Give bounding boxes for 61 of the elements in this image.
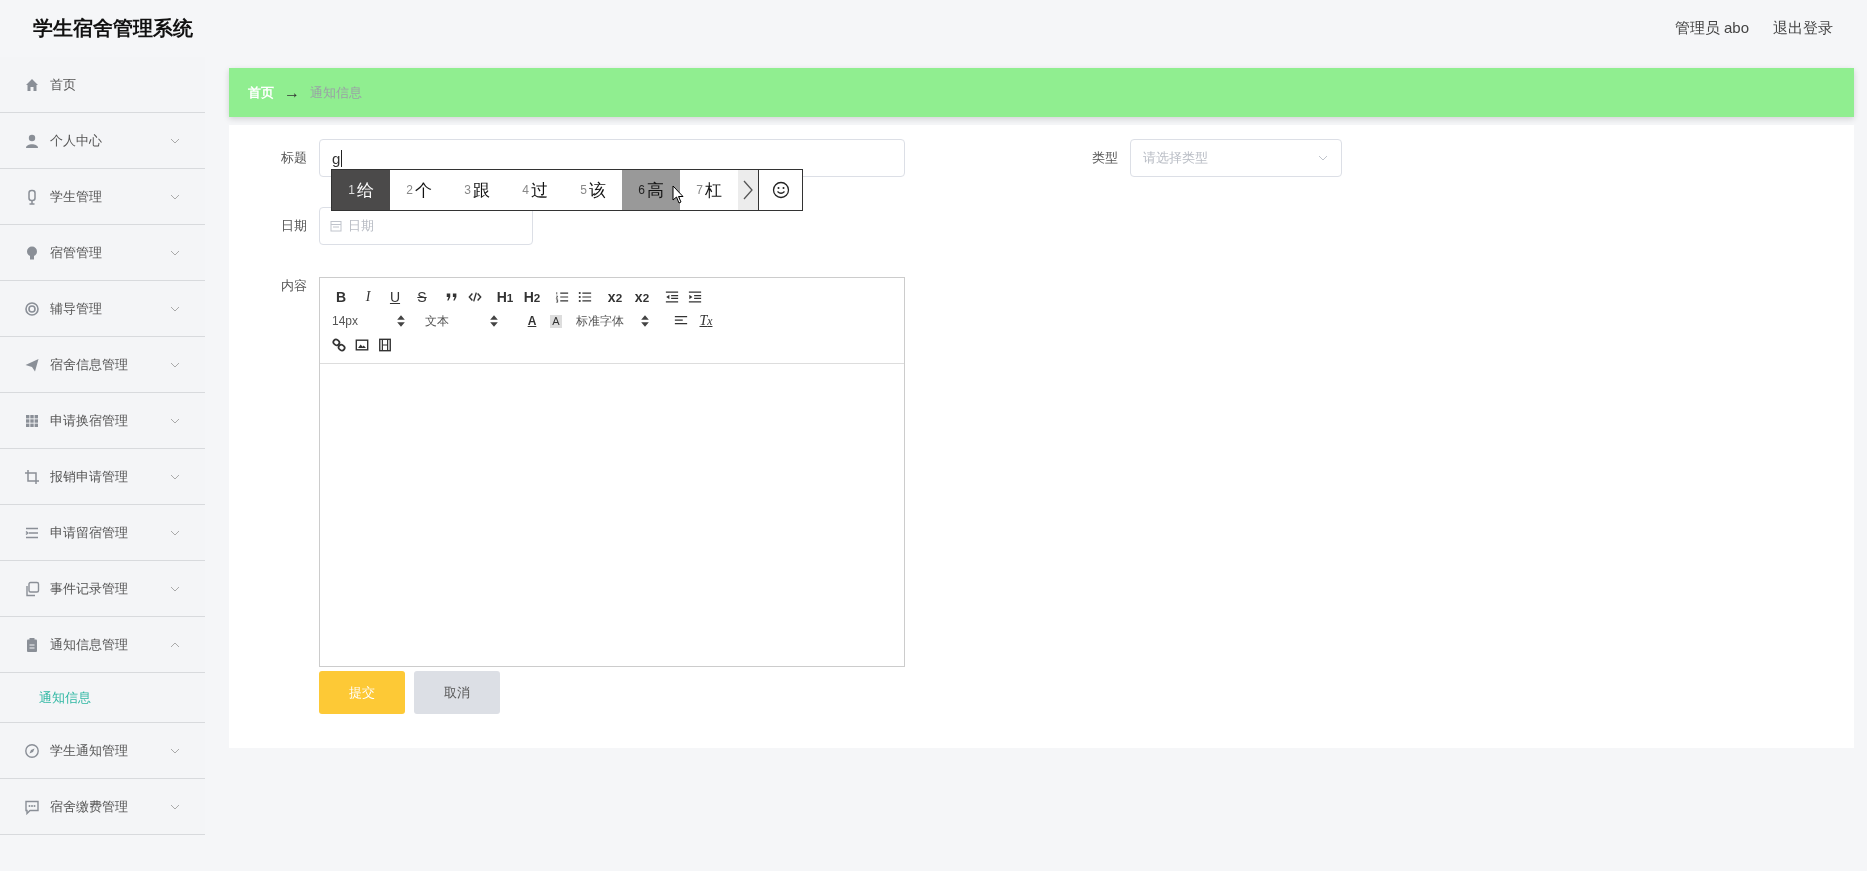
menu-icon [24, 356, 40, 373]
calendar-icon [330, 220, 342, 232]
menu-icon [24, 636, 40, 653]
menu-icon [24, 798, 40, 815]
toolbar-select[interactable]: 14px [332, 311, 416, 331]
sidebar-item[interactable]: 宿舍信息管理 [0, 337, 205, 393]
app-title: 学生宿舍管理系统 [33, 16, 193, 41]
up-down-icon [487, 314, 501, 328]
sidebar-item[interactable]: 辅导管理 [0, 281, 205, 337]
sidebar-item[interactable]: 学生管理 [0, 169, 205, 225]
field-label: 日期 [280, 217, 308, 235]
logout-link[interactable]: 退出登录 [1773, 19, 1833, 38]
field-label: 内容 [280, 277, 308, 295]
breadcrumb-current: 通知信息 [310, 83, 362, 102]
next-page-button[interactable] [738, 170, 758, 210]
up-down-icon [394, 314, 408, 328]
sidebar-item[interactable]: 宿舍缴费管理 [0, 779, 205, 835]
breadcrumb-separator: → [284, 83, 300, 102]
italic-button[interactable]: I [359, 287, 377, 307]
menu-icon [24, 580, 40, 597]
code-icon[interactable] [468, 290, 482, 304]
ime-candidate[interactable]: 6高 [622, 170, 680, 210]
numbered-list-icon[interactable] [555, 290, 569, 304]
sidebar-item[interactable]: 报销申请管理 [0, 449, 205, 505]
sidebar-item[interactable]: 事件记录管理 [0, 561, 205, 617]
mouse-pointer-icon [672, 185, 685, 204]
sidebar-item[interactable]: 首页 [0, 57, 205, 113]
field-label: 标题 [280, 149, 308, 167]
background-color-button[interactable]: A [550, 314, 562, 328]
video-icon[interactable] [378, 338, 392, 352]
sidebar-item[interactable]: 宿管管理 [0, 225, 205, 281]
menu-icon [24, 412, 40, 429]
outdent-icon[interactable] [665, 290, 679, 304]
field-label: 类型 [1091, 149, 1119, 167]
sidebar-item[interactable]: 学生通知管理 [0, 723, 205, 779]
up-down-icon [638, 314, 652, 328]
bold-button[interactable]: B [332, 287, 350, 307]
toolbar-select[interactable]: 文本 [425, 311, 509, 331]
user-name: 管理员 abo [1674, 19, 1749, 38]
bullet-list-icon[interactable] [578, 290, 592, 304]
cancel-button[interactable]: 取消 [414, 671, 500, 714]
sidebar-item[interactable]: 个人中心 [0, 113, 205, 169]
ime-candidate[interactable]: 1给 [332, 170, 390, 210]
menu-icon [24, 76, 40, 93]
strikethrough-button[interactable]: S [413, 287, 431, 307]
sidebar-item[interactable]: 通知信息管理 [0, 617, 205, 673]
menu-icon [24, 468, 40, 485]
menu-icon [24, 132, 40, 149]
toolbar-select[interactable]: 标准字体 [576, 311, 660, 331]
sidebar-item[interactable]: 申请换宿管理 [0, 393, 205, 449]
menu-icon [24, 244, 40, 261]
indent-icon[interactable] [688, 290, 702, 304]
menu-icon [24, 742, 40, 759]
font-color-button[interactable]: A [523, 311, 541, 331]
chevron-right-icon [742, 179, 754, 201]
image-icon[interactable] [355, 338, 369, 352]
link-icon[interactable] [332, 338, 346, 352]
smiley-icon [771, 181, 790, 199]
underline-button[interactable]: U [386, 287, 404, 307]
sidebar-item[interactable]: 申请留宿管理 [0, 505, 205, 561]
menu-icon [24, 300, 40, 317]
